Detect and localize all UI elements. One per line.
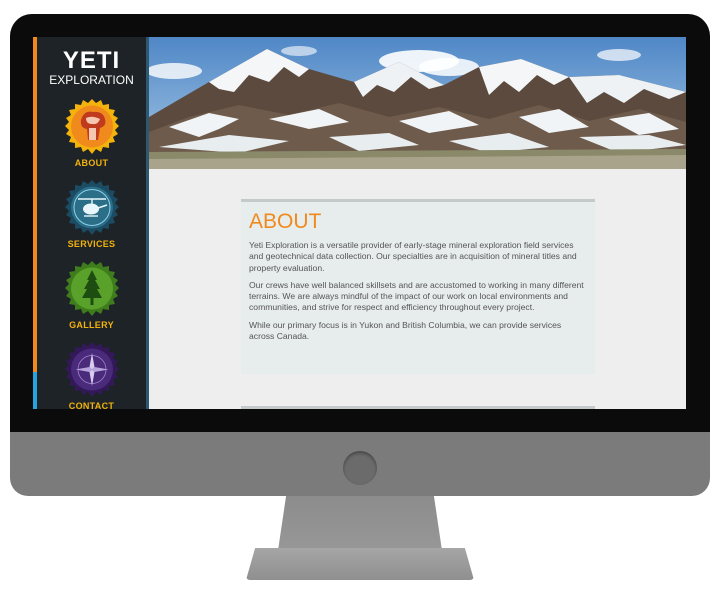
next-section-divider [241, 406, 595, 409]
nav-item-about[interactable]: ABOUT [37, 98, 146, 168]
site-logo-title[interactable]: YETI [37, 49, 146, 73]
tree-icon [64, 261, 119, 316]
nav-label-gallery: GALLERY [69, 320, 114, 330]
sidebar: YETI EXPLORATION ABOUT SERVICES GALLERY … [33, 37, 149, 409]
mountain-banner-image [149, 37, 686, 169]
about-paragraph: Yeti Exploration is a versatile provider… [249, 240, 577, 273]
helicopter-icon [64, 180, 119, 235]
nav-item-gallery[interactable]: GALLERY [37, 260, 146, 330]
monitor-logo-dot [343, 451, 377, 485]
about-heading: ABOUT [249, 210, 322, 233]
yeti-head-icon [64, 99, 119, 154]
nav-item-contact[interactable]: CONTACT [37, 341, 146, 409]
main-content: ABOUT Yeti Exploration is a versatile pr… [149, 169, 686, 409]
compass-icon [64, 342, 119, 397]
monitor-screen: YETI EXPLORATION ABOUT SERVICES GALLERY … [33, 37, 686, 409]
monitor-stand-base [246, 548, 474, 580]
nav-label-about: ABOUT [74, 158, 109, 168]
nav-label-services: SERVICES [67, 239, 116, 249]
nav-item-services[interactable]: SERVICES [37, 179, 146, 249]
site-logo-subtitle[interactable]: EXPLORATION [37, 73, 146, 87]
nav-label-contact: CONTACT [68, 401, 115, 409]
about-paragraph: Our crews have well balanced skillsets a… [249, 279, 584, 313]
about-section: ABOUT Yeti Exploration is a versatile pr… [241, 199, 595, 374]
about-paragraph: While our primary focus is in Yukon and … [249, 319, 562, 342]
